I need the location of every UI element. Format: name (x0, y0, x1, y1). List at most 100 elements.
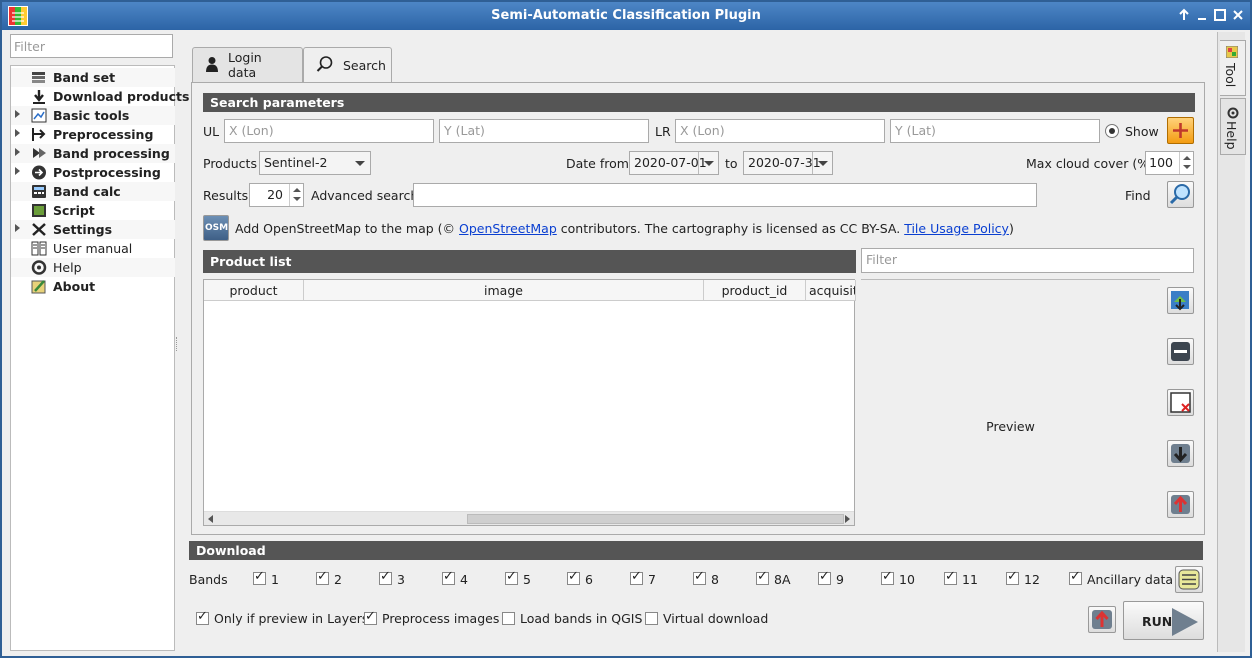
spin-arrows-icon[interactable] (289, 184, 303, 206)
preview-area: Preview (861, 279, 1160, 526)
scroll-left-icon[interactable] (208, 515, 213, 523)
product-table[interactable]: product image product_id acquisiti (203, 279, 856, 526)
expand-arrow-icon[interactable] (15, 148, 20, 156)
title-bar[interactable]: Semi-Automatic Classification Plugin (2, 2, 1250, 30)
tree-item-band-calc[interactable]: Band calc (11, 182, 175, 201)
osm-icon: OSM (205, 223, 229, 233)
date-to-value: 2020-07-31 (748, 155, 821, 170)
close-icon[interactable] (1230, 7, 1246, 23)
band-checkbox-7[interactable] (630, 569, 643, 585)
tree-item-label: Download products (53, 89, 190, 104)
column-header-acquisition[interactable]: acquisiti (806, 280, 856, 301)
arrow-down-icon (1168, 444, 1193, 469)
maximize-icon[interactable] (1212, 7, 1228, 23)
run-button[interactable]: RUN (1123, 601, 1204, 640)
expand-arrow-icon[interactable] (15, 110, 20, 118)
clear-table-button[interactable] (1167, 389, 1194, 416)
tool-filter-input[interactable] (10, 34, 173, 58)
date-to-picker[interactable]: 2020-07-31 (743, 151, 833, 175)
expand-arrow-icon[interactable] (15, 224, 20, 232)
band-checkbox-6[interactable] (567, 569, 580, 585)
tree-item-basic-tools[interactable]: Basic tools (11, 106, 175, 125)
tab-login-data[interactable]: Login data (192, 47, 303, 82)
minimize-icon[interactable] (1194, 7, 1210, 23)
products-label: Products (203, 156, 257, 171)
side-tab-help[interactable]: Help (1220, 98, 1246, 155)
preprocess-images-label: Preprocess images (382, 611, 500, 626)
product-filter-input[interactable]: Filter (861, 248, 1194, 273)
tree-item-user-manual[interactable]: User manual (11, 239, 175, 258)
band-checkbox-1[interactable] (253, 569, 266, 585)
bands-label: Bands (189, 572, 228, 587)
band-checkbox-8a[interactable] (756, 569, 769, 585)
ul-x-input[interactable]: X (Lon) (224, 119, 434, 143)
minus-icon (1168, 342, 1193, 367)
band-label: 5 (523, 572, 531, 587)
tile-usage-policy-link[interactable]: Tile Usage Policy (904, 221, 1009, 236)
max-cloud-spinbox[interactable]: 100 (1145, 151, 1194, 175)
band-checkbox-12[interactable] (1006, 569, 1019, 585)
scroll-thumb[interactable] (467, 514, 844, 524)
osm-text-part: ) (1008, 221, 1014, 236)
panel-splitter[interactable] (176, 337, 178, 351)
tab-search[interactable]: Search (303, 47, 392, 83)
find-button[interactable] (1167, 181, 1194, 208)
lr-label: LR (655, 124, 671, 139)
tree-item-download-products[interactable]: Download products (11, 87, 189, 106)
tree-item-postprocessing[interactable]: Postprocessing (11, 163, 175, 182)
results-spinbox[interactable]: 20 (249, 183, 304, 207)
products-select[interactable]: Sentinel-2 (259, 151, 371, 175)
openstreetmap-link[interactable]: OpenStreetMap (459, 221, 557, 236)
tree-item-about[interactable]: About (11, 277, 175, 296)
band-options-button[interactable] (1175, 566, 1203, 593)
tree-item-band-set[interactable]: Band set (11, 68, 175, 87)
band-checkbox-4[interactable] (442, 569, 455, 585)
tree-item-preprocessing[interactable]: Preprocessing (11, 125, 175, 144)
export-table-button[interactable] (1167, 440, 1194, 467)
tree-item-settings[interactable]: Settings (11, 220, 175, 239)
spin-arrows-icon[interactable] (1179, 152, 1193, 174)
lr-y-input[interactable]: Y (Lat) (890, 119, 1100, 143)
show-radio[interactable] (1105, 124, 1119, 138)
scroll-right-icon[interactable] (845, 515, 850, 523)
export-links-button[interactable] (1088, 606, 1116, 633)
band-checkbox-10[interactable] (881, 569, 894, 585)
date-from-picker[interactable]: 2020-07-01 (629, 151, 719, 175)
osm-text: Add OpenStreetMap to the map (© OpenStre… (235, 221, 1014, 236)
expand-arrow-icon[interactable] (15, 129, 20, 137)
band-checkbox-9[interactable] (818, 569, 831, 585)
band-checkbox-5[interactable] (505, 569, 518, 585)
band-checkbox-3[interactable] (379, 569, 392, 585)
ul-y-input[interactable]: Y (Lat) (439, 119, 649, 143)
display-preview-button[interactable] (1167, 287, 1194, 314)
only-if-preview-label: Only if preview in Layers (214, 611, 369, 626)
left-panel: Band set Download products Basic tools P… (8, 32, 189, 652)
expand-arrow-icon[interactable] (15, 167, 20, 175)
column-header-image[interactable]: image (304, 280, 704, 301)
tree-item-label: Help (53, 260, 82, 275)
lr-x-input[interactable]: X (Lon) (675, 119, 885, 143)
osm-text-part: contributors. The cartography is license… (560, 221, 901, 236)
horizontal-scrollbar[interactable] (204, 511, 854, 525)
band-checkbox-11[interactable] (944, 569, 957, 585)
tree-item-band-processing[interactable]: Band processing (11, 144, 175, 163)
tree-item-help[interactable]: Help (11, 258, 175, 277)
advanced-search-input[interactable] (413, 183, 1037, 207)
column-header-product-id[interactable]: product_id (704, 280, 806, 301)
tree-item-script[interactable]: Script (11, 201, 175, 220)
ancillary-data-checkbox[interactable] (1069, 569, 1082, 585)
band-label: 2 (334, 572, 342, 587)
import-table-button[interactable] (1167, 491, 1194, 518)
remove-row-button[interactable] (1167, 338, 1194, 365)
only-if-preview-checkbox[interactable] (196, 609, 209, 625)
side-tab-tool[interactable]: Tool (1220, 40, 1246, 96)
add-area-button[interactable] (1167, 117, 1194, 144)
preprocess-images-checkbox[interactable] (364, 609, 377, 625)
band-checkbox-2[interactable] (316, 569, 329, 585)
load-bands-checkbox[interactable] (502, 612, 515, 625)
column-header-product[interactable]: product (204, 280, 304, 301)
osm-button[interactable]: OSM (203, 215, 229, 241)
virtual-download-checkbox[interactable] (645, 612, 658, 625)
up-icon[interactable] (1176, 7, 1192, 23)
band-checkbox-8[interactable] (693, 569, 706, 585)
